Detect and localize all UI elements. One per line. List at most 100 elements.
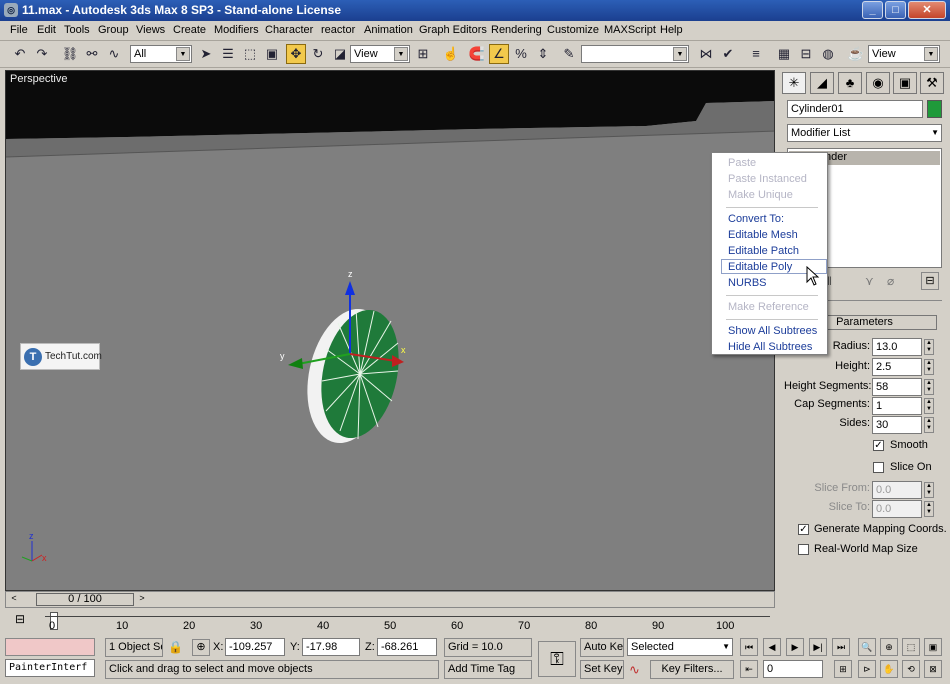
cap-segments-spinner[interactable]: ▲ ▼ — [924, 398, 934, 414]
generate-mapping-checkbox[interactable]: ✓ — [798, 524, 809, 535]
slice-on-checkbox[interactable] — [873, 462, 884, 473]
utilities-tab-icon[interactable]: ⚒ — [920, 72, 944, 94]
slice-from-field[interactable]: 0.0 — [872, 481, 922, 499]
render-view-dropdown[interactable]: View ▼ — [868, 45, 940, 63]
menu-item-show-all-subtrees[interactable]: Show All Subtrees — [728, 325, 817, 337]
add-time-tag-button[interactable]: Add Time Tag — [444, 660, 532, 679]
mirror-icon[interactable]: ⋈ — [696, 44, 716, 64]
maxscript-mini-listener[interactable]: PainterInterf — [5, 659, 95, 677]
select-by-name-icon[interactable]: ☰ — [218, 44, 238, 64]
current-frame-field[interactable]: 0 — [763, 660, 823, 678]
menu-item-make-reference[interactable]: Make Reference — [728, 301, 809, 313]
next-frame-icon[interactable]: ▶| — [809, 638, 827, 656]
time-slider-thumb[interactable]: 0 / 100 — [36, 593, 134, 606]
percent-snap-icon[interactable]: % — [511, 44, 531, 64]
real-world-map-checkbox[interactable] — [798, 544, 809, 555]
menu-modifiers[interactable]: Modifiers — [214, 24, 259, 36]
menu-item-paste-instanced[interactable]: Paste Instanced — [728, 173, 807, 185]
menu-tools[interactable]: Tools — [64, 24, 90, 36]
menu-group[interactable]: Group — [98, 24, 129, 36]
spinner-snap-icon[interactable]: ⇕ — [533, 44, 553, 64]
schematic-view-icon[interactable]: ⊟ — [796, 44, 816, 64]
snaps-toggle-icon[interactable]: 🧲 — [467, 44, 487, 64]
menu-character[interactable]: Character — [265, 24, 313, 36]
undo-icon[interactable]: ↶ — [10, 44, 30, 64]
slice-to-spinner[interactable]: ▲ ▼ — [924, 501, 934, 517]
height-field[interactable]: 2.5 — [872, 358, 922, 376]
track-bar[interactable]: ⊟ 0 10 20 30 40 50 60 70 80 90 100 — [5, 608, 775, 635]
time-slider[interactable]: < 0 / 100 > — [5, 591, 775, 608]
height-segments-field[interactable]: 58 — [872, 378, 922, 396]
remove-modifier-icon[interactable]: ⌀ — [887, 274, 894, 288]
menu-item-nurbs[interactable]: NURBS — [728, 277, 767, 289]
menu-item-editable-poly[interactable]: Editable Poly — [728, 261, 792, 273]
configure-modifier-sets-icon[interactable]: ⊟ — [921, 272, 939, 290]
object-name-field[interactable]: Cylinder01 — [787, 100, 923, 118]
close-button[interactable]: ✕ — [908, 1, 946, 19]
object-color-swatch[interactable] — [927, 100, 942, 118]
display-tab-icon[interactable]: ▣ — [893, 72, 917, 94]
maximize-viewport-icon[interactable]: ⊠ — [924, 660, 942, 678]
menu-create[interactable]: Create — [173, 24, 206, 36]
render-scene-icon[interactable]: ☕ — [846, 44, 866, 64]
menu-item-editable-patch[interactable]: Editable Patch — [728, 245, 799, 257]
window-crossing-icon[interactable]: ▣ — [262, 44, 282, 64]
set-key-button[interactable]: Set Key — [580, 660, 624, 679]
zoom-extents-all-icon[interactable]: ▣ — [924, 638, 942, 656]
radius-spinner[interactable]: ▲ ▼ — [924, 339, 934, 355]
edit-named-selection-icon[interactable]: ✎ — [559, 44, 579, 64]
select-and-move-icon[interactable]: ✥ — [286, 44, 306, 64]
select-and-scale-icon[interactable]: ◪ — [330, 44, 350, 64]
material-editor-icon[interactable]: ◍ — [818, 44, 838, 64]
zoom-icon[interactable]: 🔍 — [858, 638, 876, 656]
selection-filter-dropdown[interactable]: All ▼ — [130, 45, 192, 63]
named-selection-dropdown[interactable]: ▼ — [581, 45, 689, 63]
viewport-label[interactable]: Perspective — [10, 73, 67, 85]
menu-edit[interactable]: Edit — [37, 24, 56, 36]
menu-maxscript[interactable]: MAXScript — [604, 24, 656, 36]
menu-customize[interactable]: Customize — [547, 24, 599, 36]
pivot-center-icon[interactable]: ⊞ — [413, 44, 433, 64]
minimize-button[interactable]: _ — [862, 1, 883, 19]
auto-key-button[interactable]: Auto Key — [580, 638, 624, 657]
select-and-link-icon[interactable]: ⛓ — [60, 44, 80, 64]
select-and-rotate-icon[interactable]: ↻ — [308, 44, 328, 64]
modifier-list-dropdown[interactable]: Modifier List ▼ — [787, 124, 942, 142]
select-object-icon[interactable]: ➤ — [196, 44, 216, 64]
go-to-end-icon[interactable]: ⏭ — [832, 638, 850, 656]
sides-spinner[interactable]: ▲ ▼ — [924, 417, 934, 433]
menu-help[interactable]: Help — [660, 24, 683, 36]
y-coordinate-field[interactable]: -17.98 — [302, 638, 360, 656]
app-icon[interactable]: ◎ — [4, 3, 18, 17]
go-to-start-icon[interactable]: ⏮ — [740, 638, 758, 656]
perspective-viewport[interactable]: z x y z x Perspective T TechTut.com — [5, 70, 775, 591]
lock-selection-icon[interactable]: 🔒 — [168, 640, 183, 654]
set-keys-key-icon[interactable]: ⚿ — [538, 641, 576, 677]
time-slider-left-arrow[interactable]: < — [8, 593, 20, 606]
key-mode-dropdown[interactable]: Selected ▼ — [627, 638, 733, 656]
make-unique-icon[interactable]: ⋎ — [865, 274, 874, 288]
menu-graph-editors[interactable]: Graph Editors — [419, 24, 487, 36]
arc-rotate-icon[interactable]: ⟲ — [902, 660, 920, 678]
time-configuration-icon[interactable]: ⊞ — [834, 660, 852, 678]
create-tab-icon[interactable]: ✳ — [782, 72, 806, 94]
pan-icon[interactable]: ✋ — [880, 660, 898, 678]
menu-item-editable-mesh[interactable]: Editable Mesh — [728, 229, 798, 241]
key-mode-toggle-icon[interactable]: ⇤ — [740, 660, 758, 678]
menu-file[interactable]: File — [10, 24, 28, 36]
menu-item-hide-all-subtrees[interactable]: Hide All Subtrees — [728, 341, 812, 353]
smooth-checkbox[interactable]: ✓ — [873, 440, 884, 451]
align-icon[interactable]: ✔ — [718, 44, 738, 64]
z-coordinate-field[interactable]: -68.261 — [377, 638, 437, 656]
key-filters-button[interactable]: Key Filters... — [650, 660, 734, 679]
hierarchy-tab-icon[interactable]: ♣ — [838, 72, 862, 94]
maxscript-mini-listener-top[interactable] — [5, 638, 95, 656]
x-coordinate-field[interactable]: -109.257 — [225, 638, 285, 656]
slice-from-spinner[interactable]: ▲ ▼ — [924, 482, 934, 498]
height-segments-spinner[interactable]: ▲ ▼ — [924, 379, 934, 395]
angle-snap-icon[interactable]: ∠ — [489, 44, 509, 64]
motion-tab-icon[interactable]: ◉ — [866, 72, 890, 94]
zoom-all-icon[interactable]: ⊕ — [880, 638, 898, 656]
field-of-view-icon[interactable]: ⊳ — [858, 660, 876, 678]
rectangular-selection-icon[interactable]: ⬚ — [240, 44, 260, 64]
